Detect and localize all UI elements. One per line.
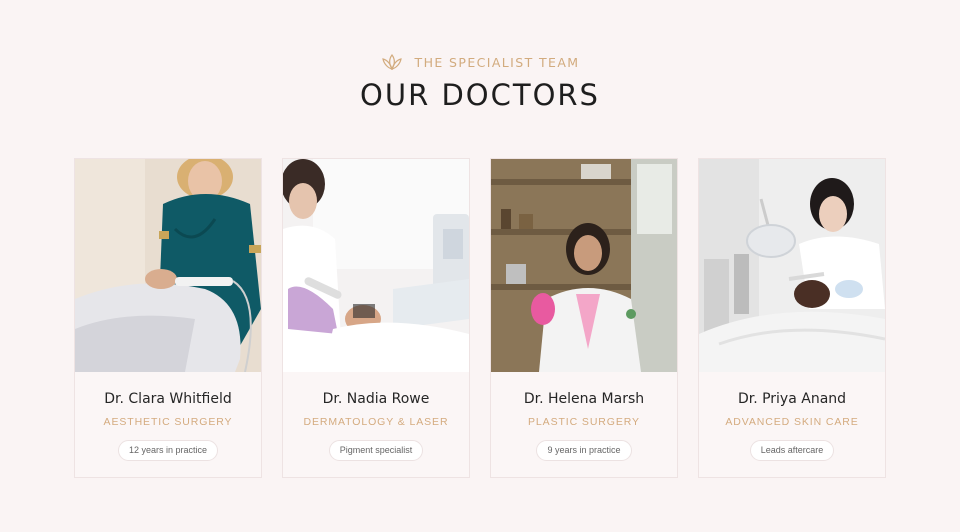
section-title: OUR DOCTORS [360, 78, 600, 112]
doctor-specialty: PLASTIC SURGERY [528, 416, 640, 428]
doctor-specialty: ADVANCED SKIN CARE [725, 416, 859, 428]
doctor-cards: Dr. Clara Whitfield AESTHETIC SURGERY 12… [74, 158, 886, 478]
doctor-badge: 9 years in practice [536, 440, 632, 461]
doctor-name: Dr. Helena Marsh [523, 391, 645, 407]
eyebrow-text: THE SPECIALIST TEAM [414, 54, 580, 70]
doctor-card[interactable]: Dr. Clara Whitfield AESTHETIC SURGERY 12… [74, 158, 262, 478]
doctor-badge: Leads aftercare [749, 440, 835, 461]
doctor-photo [75, 159, 261, 372]
section-eyebrow: THE SPECIALIST TEAM [0, 52, 960, 72]
doctor-card[interactable]: Dr. Helena Marsh PLASTIC SURGERY 9 years… [490, 158, 678, 478]
doctor-card[interactable]: Dr. Priya Anand ADVANCED SKIN CARE Leads… [698, 158, 886, 478]
doctor-name: Dr. Priya Anand [737, 391, 847, 407]
doctor-badge: 12 years in practice [117, 440, 219, 461]
lotus-icon [381, 53, 402, 71]
doctor-photo [699, 159, 885, 372]
doctor-specialty: DERMATOLOGY & LASER [303, 416, 449, 428]
doctor-photo [491, 159, 677, 372]
doctor-name: Dr. Clara Whitfield [104, 391, 232, 407]
doctor-card[interactable]: Dr. Nadia Rowe DERMATOLOGY & LASER Pigme… [282, 158, 470, 478]
doctor-name: Dr. Nadia Rowe [322, 391, 430, 407]
doctor-photo [283, 159, 469, 372]
doctor-specialty: AESTHETIC SURGERY [103, 416, 233, 428]
doctor-badge: Pigment specialist [328, 440, 424, 461]
